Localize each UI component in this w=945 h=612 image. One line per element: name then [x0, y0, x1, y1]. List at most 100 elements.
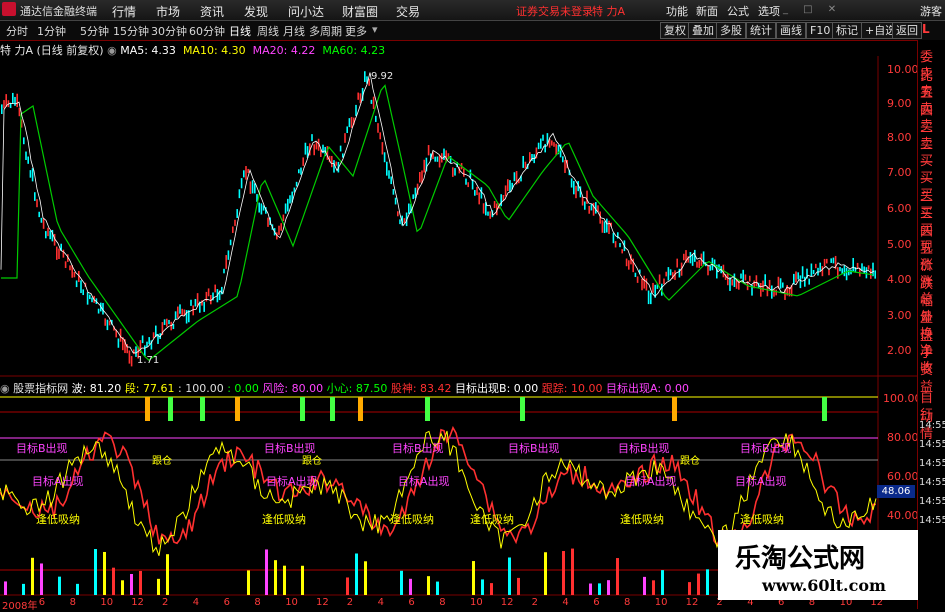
candle [683, 253, 685, 261]
menu-options[interactable]: 选项 [758, 3, 780, 19]
ma5-line [0, 72, 875, 354]
candle [522, 155, 524, 168]
candle [621, 249, 623, 254]
period-5min[interactable]: 5分钟 [80, 23, 109, 39]
candle [544, 143, 546, 153]
candle [764, 274, 766, 286]
signal-b-4: 目标B出现 [508, 442, 560, 455]
candle [691, 254, 694, 266]
x-tick-5: 2 [162, 597, 169, 608]
candle [408, 203, 410, 214]
period-daily[interactable]: 日线 [229, 23, 251, 39]
x-tick-0: 2008年 [2, 601, 38, 612]
candle [658, 274, 661, 285]
candle [258, 202, 260, 213]
menu-market[interactable]: 市场 [156, 3, 180, 20]
f10-button[interactable]: F10 [806, 22, 835, 39]
ind-bar [661, 570, 664, 595]
ind-track: 跟踪: 10.00 [541, 382, 603, 395]
x-tick-2: 8 [69, 597, 76, 608]
candle [16, 93, 18, 108]
candle [564, 159, 566, 173]
ind-bar [562, 551, 565, 595]
more-dropdown-icon[interactable]: ▾ [372, 23, 378, 36]
candle [482, 203, 485, 214]
stats-button[interactable]: 统计 [746, 22, 776, 39]
candle [403, 218, 406, 223]
ind-caution: 小心: 87.50 [326, 382, 388, 395]
candle [333, 160, 335, 173]
candle [172, 323, 175, 330]
candle [3, 100, 5, 109]
menu-wealth-circle[interactable]: 财富圈 [342, 3, 378, 20]
candle [619, 243, 621, 248]
candle [797, 272, 799, 280]
ind-bar [643, 576, 646, 595]
candle [474, 190, 476, 196]
candle [537, 142, 540, 150]
ind-bar [76, 583, 79, 595]
period-more[interactable]: 更多 [345, 23, 367, 39]
menu-guest[interactable]: 游客 [920, 3, 942, 19]
window-controls[interactable]: _ □ ✕ [783, 4, 863, 16]
candle [229, 239, 232, 246]
candle [106, 319, 109, 331]
overlay-button[interactable]: 叠加 [688, 22, 718, 39]
mark-button[interactable]: 标记 [832, 22, 862, 39]
candle [377, 123, 379, 133]
menu-market-quotes[interactable]: 行情 [112, 3, 136, 20]
candle [148, 337, 150, 345]
back-button[interactable]: 返回 [892, 22, 922, 39]
candle [443, 148, 445, 160]
signal-bar [822, 397, 827, 421]
candle [27, 156, 29, 164]
candle [852, 257, 854, 272]
period-multi[interactable]: 多周期 [309, 23, 342, 39]
candle [9, 103, 12, 109]
candle [588, 205, 590, 214]
period-weekly[interactable]: 周线 [257, 23, 279, 39]
time-2: 14:55 [919, 439, 945, 450]
candle [364, 71, 366, 82]
period-monthly[interactable]: 月线 [283, 23, 305, 39]
candle [643, 275, 645, 289]
menu-new-page[interactable]: 新面 [696, 3, 718, 19]
price-tick-6: 6.00 [887, 202, 912, 215]
ind-name[interactable]: 股票指标网 [13, 382, 68, 395]
ma60-line [1, 84, 874, 361]
candle [108, 320, 111, 326]
x-tick-10: 12 [316, 597, 329, 608]
period-1min[interactable]: 1分钟 [37, 23, 66, 39]
login-warning[interactable]: 证券交易未登录 [516, 3, 593, 19]
adjust-button[interactable]: 复权 [660, 22, 690, 39]
period-15min[interactable]: 15分钟 [113, 23, 149, 39]
candle [861, 263, 863, 271]
indicator-settings-icon[interactable]: ◉ [0, 382, 13, 395]
candle [36, 199, 38, 208]
menu-discover[interactable]: 发现 [244, 3, 268, 20]
candle [821, 266, 824, 277]
candle [223, 268, 225, 274]
ind-bar [688, 582, 691, 595]
menu-news[interactable]: 资讯 [200, 3, 224, 20]
period-30min[interactable]: 30分钟 [151, 23, 187, 39]
candle [782, 282, 784, 288]
candle [298, 169, 300, 174]
candle [504, 185, 507, 197]
candle [839, 266, 841, 272]
period-timeshare[interactable]: 分时 [6, 23, 28, 39]
candle [174, 311, 177, 320]
period-60min[interactable]: 60分钟 [189, 23, 225, 39]
menu-trade[interactable]: 交易 [396, 3, 420, 20]
menu-ask-xiaoda[interactable]: 问小达 [288, 3, 324, 20]
low-price-label: 1.71 [137, 355, 160, 366]
candle [555, 143, 557, 156]
signal-rally-3: 跟仓 [680, 456, 700, 467]
candle [34, 192, 36, 201]
menu-function[interactable]: 功能 [666, 3, 688, 19]
candle [628, 260, 630, 270]
ind-bar [427, 576, 430, 595]
draw-line-button[interactable]: 画线 [776, 22, 806, 39]
menu-formula[interactable]: 公式 [727, 3, 749, 19]
multi-stock-button[interactable]: 多股 [716, 22, 746, 39]
